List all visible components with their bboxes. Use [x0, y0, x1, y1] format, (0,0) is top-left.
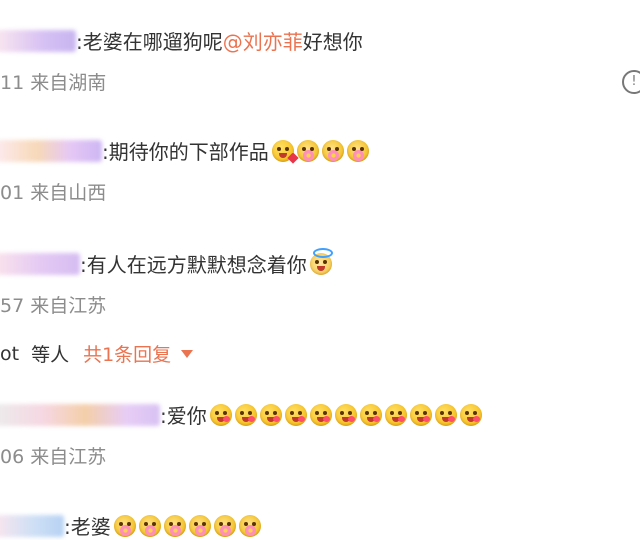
comment-meta: 57 来自江苏	[0, 295, 107, 317]
username-blurred[interactable]	[0, 403, 160, 426]
wink-emoji	[209, 403, 232, 426]
comment-text: :老婆	[64, 515, 111, 539]
flower-emoji	[346, 139, 369, 162]
wink-emoji	[409, 403, 432, 426]
comment-meta-row: 57 来自江苏	[0, 291, 106, 318]
comment-text: :爱你	[160, 404, 207, 428]
comment-meta-row: 01 来自山西	[0, 178, 106, 205]
comment-meta-row: 11 来自湖南 !	[0, 68, 640, 95]
flower-emoji	[213, 514, 236, 537]
comment-meta: 11 来自湖南	[0, 72, 107, 94]
reply-others: 等人	[31, 344, 70, 366]
reply-summary-bar[interactable]: ot 等人 共1条回复	[0, 340, 194, 367]
comment-text: :老婆在哪遛狗呢	[76, 30, 223, 54]
wink-emoji	[459, 403, 482, 426]
info-icon[interactable]: !	[622, 69, 640, 94]
comment-meta-row: 06 来自江苏	[0, 442, 106, 469]
flower-emoji	[296, 139, 319, 162]
comment-content-row: :爱你	[0, 400, 482, 429]
reply-user[interactable]: ot	[0, 343, 19, 365]
comment-text: :有人在远方默默想念着你	[80, 253, 307, 277]
username-blurred[interactable]	[0, 514, 64, 537]
mention-link[interactable]: @刘亦菲	[223, 26, 303, 55]
comment-content-row: :老婆	[0, 511, 261, 540]
wink-emoji	[259, 403, 282, 426]
reply-count-link[interactable]: 共1条回复	[83, 340, 171, 367]
kiss-emoji	[271, 139, 299, 164]
wink-emoji	[434, 403, 457, 426]
wink-emoji	[309, 403, 332, 426]
wink-emoji	[234, 403, 257, 426]
comment-content-row: :期待你的下部作品	[0, 136, 369, 165]
comment-text: :期待你的下部作品	[102, 140, 269, 164]
caret-down-icon[interactable]	[181, 349, 194, 358]
username-blurred[interactable]	[0, 139, 102, 162]
wink-emoji	[384, 403, 407, 426]
comment-content-row: :有人在远方默默想念着你	[0, 247, 333, 278]
wink-emoji	[334, 403, 357, 426]
flower-emoji	[113, 514, 136, 537]
flower-emoji	[138, 514, 161, 537]
comment-text-after: 好想你	[302, 30, 363, 54]
wink-emoji	[284, 403, 307, 426]
comment-meta: 06 来自江苏	[0, 446, 107, 468]
angel-emoji	[309, 247, 333, 275]
flower-emoji	[188, 514, 211, 537]
username-blurred[interactable]	[0, 29, 76, 52]
username-blurred[interactable]	[0, 252, 80, 275]
comment-meta: 01 来自山西	[0, 182, 107, 204]
comment-content-row: :老婆在哪遛狗呢 @刘亦菲 好想你	[0, 26, 363, 55]
wink-emoji	[359, 403, 382, 426]
flower-emoji	[163, 514, 186, 537]
flower-emoji	[238, 514, 261, 537]
flower-emoji	[321, 139, 344, 162]
